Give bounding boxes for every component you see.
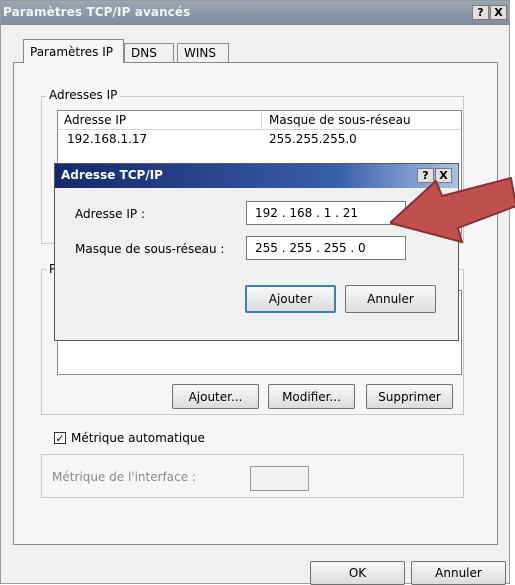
tab-label: WINS [184,46,216,60]
modify-gateway-button[interactable]: Modifier... [268,384,355,409]
dialog-mask-input[interactable]: 255 . 255 . 255 . 0 [246,236,406,260]
add-gateway-button[interactable]: Ajouter... [172,384,259,409]
automatic-metric-label: Métrique automatique [71,431,205,445]
dialog-mask-label: Masque de sous-réseau : [75,242,225,256]
interface-metric-input[interactable] [250,466,309,491]
cancel-button[interactable]: Annuler [411,561,506,585]
close-button[interactable]: X [490,5,507,20]
dialog-cancel-button[interactable]: Annuler [345,285,436,313]
help-button[interactable]: ? [472,5,489,20]
dialog-title: Adresse TCP/IP [61,168,163,182]
automatic-metric-checkbox[interactable]: ✓ [54,432,66,444]
ok-button[interactable]: OK [310,561,405,585]
dialog-ip-input[interactable]: 192 . 168 . 1 . 21 [246,201,406,225]
red-arrow-icon [390,177,515,243]
dialog-add-button[interactable]: Ajouter [245,285,336,313]
column-divider [261,111,262,129]
window-title: Paramètres TCP/IP avancés [3,5,191,19]
tab-dns[interactable]: DNS [124,43,174,62]
ip-addresses-group-label: Adresses IP [46,88,121,102]
list-header: Adresse IP Masque de sous-réseau [58,111,461,130]
table-row[interactable]: 192.168.1.17 255.255.255.0 [58,131,461,149]
tab-label: Paramètres IP [30,44,114,59]
dialog-ip-label: Adresse IP : [75,207,146,221]
row-mask: 255.255.255.0 [269,132,357,146]
tab-parametres-ip[interactable]: Paramètres IP [23,39,124,63]
column-header-mask[interactable]: Masque de sous-réseau [269,113,411,127]
interface-metric-label: Métrique de l'interface : [52,470,196,484]
column-header-ip[interactable]: Adresse IP [64,113,126,127]
row-ip: 192.168.1.17 [67,132,148,146]
remove-gateway-button[interactable]: Supprimer [366,384,453,409]
tab-wins[interactable]: WINS [177,43,229,62]
tab-label: DNS [131,46,157,60]
window-titlebar: Paramètres TCP/IP avancés ? X [1,1,509,25]
